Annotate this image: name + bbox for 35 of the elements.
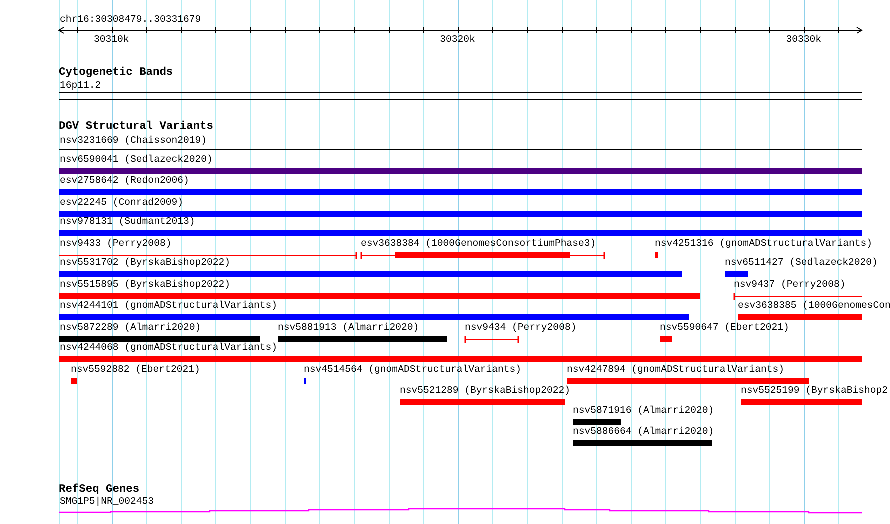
gene-label: SMG1P5|NR_002453 [60,496,154,508]
feature-label: nsv5525199 (ByrskaBishop2 [741,385,888,397]
feature-label: nsv978131 (Sudmant2013) [60,216,196,228]
feature-label: nsv3231669 (Chaisson2019) [60,135,207,147]
feature-label: esv22245 (Conrad2009) [60,197,184,209]
feature-label: nsv4244068 (gnomADStructuralVariants) [60,342,278,354]
location-label: chr16:30308479..30331679 [60,14,202,26]
feature-label: esv2758642 (Redon2006) [60,175,190,187]
tick-label: 30310k [94,34,130,46]
feature-label: nsv5521289 (ByrskaBishop2022) [400,385,570,397]
track-title: DGV Structural Variants [59,121,214,134]
feature-label: nsv4514564 (gnomADStructuralVariants) [304,364,522,376]
feature-label: esv3638385 (1000GenomesCon [738,300,890,312]
tick-label: 30330k [786,34,822,46]
tick-label: 30320k [440,34,476,46]
feature-label: nsv6590041 (Sedlazeck2020) [60,154,213,166]
track-title: RefSeq Genes [59,484,140,496]
feature-label: nsv5515895 (ByrskaBishop2022) [60,279,230,291]
feature-label: nsv5592882 (Ebert2021) [71,364,200,376]
track-title: Cytogenetic Bands [59,67,174,80]
feature-label: nsv5872289 (Almarri2020) [60,322,202,334]
feature-label: nsv5886664 (Almarri2020) [573,426,714,438]
feature-label: nsv5590647 (Ebert2021) [660,322,790,334]
feature-label: nsv9437 (Perry2008) [734,279,846,291]
feature-label: nsv5531702 (ByrskaBishop2022) [60,257,230,269]
feature-label: esv3638384 (1000GenomesConsortiumPhase3) [361,238,596,250]
feature-label: nsv4247894 (gnomADStructuralVariants) [567,364,785,376]
band-label: 16p11.2 [60,80,102,92]
feature-label: nsv9433 (Perry2008) [60,238,172,250]
feature-label: nsv4251316 (gnomADStructuralVariants) [655,238,873,250]
feature-label: nsv9434 (Perry2008) [465,322,577,334]
feature-label: nsv5881913 (Almarri2020) [278,322,420,334]
feature-label: nsv5871916 (Almarri2020) [573,405,714,417]
feature-label: nsv4244101 (gnomADStructuralVariants) [60,300,278,312]
feature-label: nsv6511427 (Sedlazeck2020) [725,257,878,269]
